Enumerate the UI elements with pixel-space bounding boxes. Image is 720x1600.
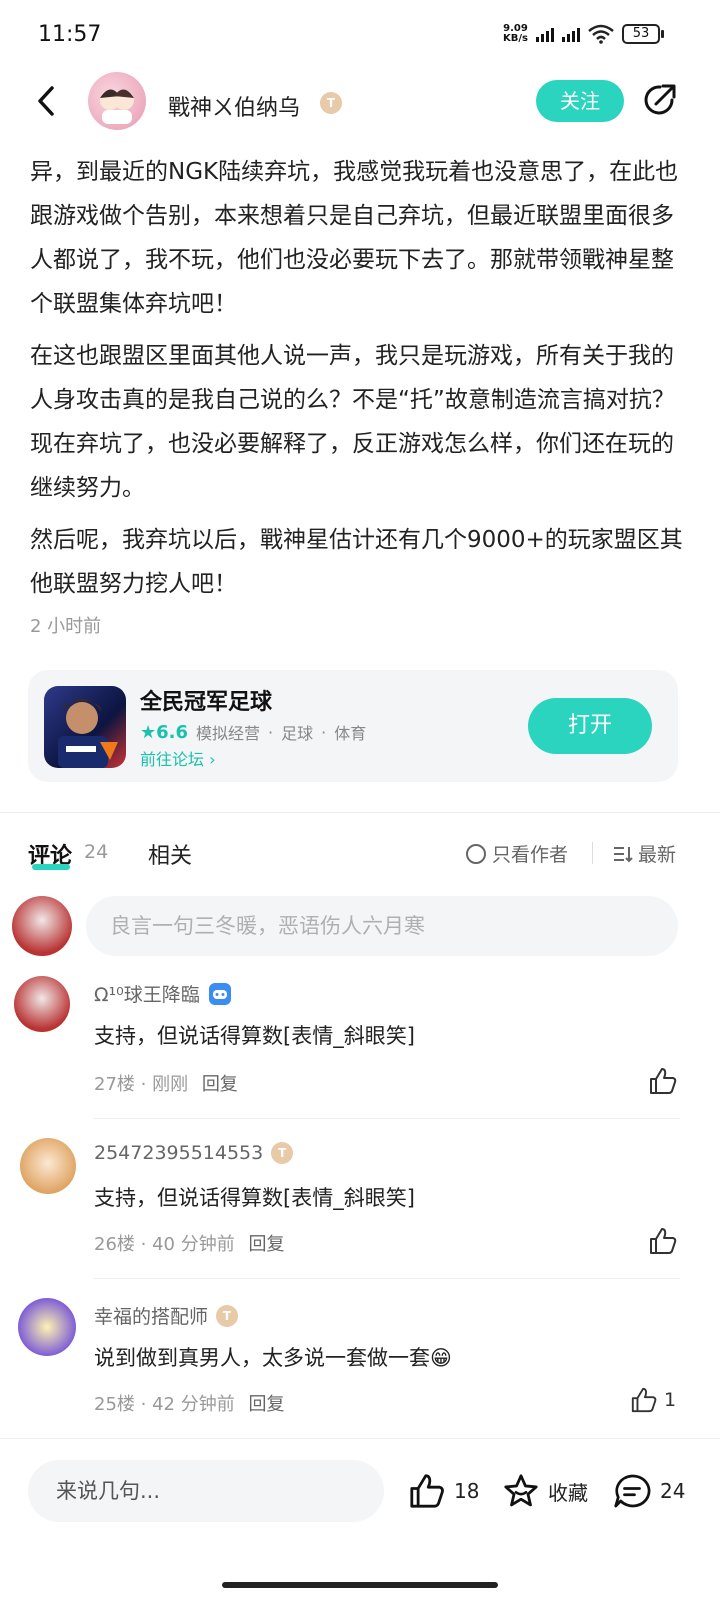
comment-divider xyxy=(94,1118,680,1119)
author-name[interactable]: 戰神ㄨ伯纳乌 xyxy=(168,90,300,122)
level-badge-icon: T xyxy=(216,1304,239,1327)
sort-toggle[interactable]: 最新 xyxy=(612,840,676,867)
commenter-name-row: 25472395514553 T xyxy=(94,1142,294,1164)
divider xyxy=(592,842,593,864)
tag-separator: · xyxy=(268,722,274,742)
status-icons: 9.09 KB/s 53 xyxy=(503,24,664,44)
post-paragraph: 在这也跟盟区里面其他人说一声，我只是玩游戏，所有关于我的人身攻击真的是我自己说的… xyxy=(30,343,675,501)
game-rating: ★6.6 xyxy=(140,721,189,743)
reply-button[interactable]: 回复 xyxy=(248,1394,284,1415)
post-content: 异，到最近的NGK陆续弃坑，我感觉我玩着也没意思了，在此也跟游戏做个告别，本来想… xyxy=(30,150,690,614)
comment-time: 刚刚 xyxy=(152,1074,189,1095)
like-icon[interactable] xyxy=(648,1226,678,1256)
post-like-button[interactable]: 18 xyxy=(408,1472,479,1510)
net-speed: 9.09 KB/s xyxy=(503,24,528,44)
wifi-icon xyxy=(588,24,614,44)
comment-meta: 25楼 · 42 分钟前 回复 xyxy=(94,1394,285,1415)
post-like-count: 18 xyxy=(454,1479,480,1503)
share-icon[interactable] xyxy=(642,82,678,118)
home-indicator[interactable] xyxy=(222,1582,498,1588)
commenter-avatar[interactable] xyxy=(20,1138,76,1194)
status-time: 11:57 xyxy=(38,22,102,47)
only-author-toggle[interactable]: 只看作者 xyxy=(466,840,568,867)
favorite-label: 收藏 xyxy=(548,1480,588,1505)
game-tag: 模拟经营 xyxy=(196,724,261,743)
game-icon-art xyxy=(58,699,118,768)
radio-icon xyxy=(466,843,486,864)
comment-floor: 26楼 xyxy=(94,1234,135,1255)
commenter-name[interactable]: Ω¹⁰球王降臨 xyxy=(94,980,200,1007)
signal-icon xyxy=(536,26,554,42)
commenter-name-row: Ω¹⁰球王降臨 xyxy=(94,980,232,1007)
comment-meta: 27楼 · 刚刚 回复 xyxy=(94,1074,238,1095)
like-count: 1 xyxy=(664,1389,677,1411)
favorite-button[interactable]: 收藏 xyxy=(502,1472,588,1510)
tab-related[interactable]: 相关 xyxy=(148,838,192,870)
sort-label: 最新 xyxy=(638,844,677,866)
like-control[interactable]: 1 xyxy=(630,1386,676,1414)
reply-input[interactable]: 来说几句... xyxy=(28,1460,384,1522)
net-speed-unit: KB/s xyxy=(503,33,528,44)
sort-icon xyxy=(614,846,633,862)
like-icon xyxy=(410,1474,444,1508)
commenter-avatar[interactable] xyxy=(14,976,70,1032)
game-tag: 体育 xyxy=(334,724,367,743)
comment-divider xyxy=(94,1278,680,1279)
commenter-name[interactable]: 幸福的搭配师 xyxy=(94,1302,208,1329)
comment-text: 支持，但说话得算数[表情_斜眼笑] xyxy=(94,1186,415,1210)
game-meta: ★6.6 模拟经营 · 足球 · 体育 xyxy=(140,720,366,744)
comment-time: 40 分钟前 xyxy=(152,1234,235,1255)
my-avatar xyxy=(12,896,72,956)
avatar-image xyxy=(100,89,134,124)
commenter-name[interactable]: 25472395514553 xyxy=(94,1142,263,1164)
star-icon xyxy=(504,1474,538,1507)
comment-button[interactable]: 24 xyxy=(612,1472,685,1510)
battery-icon: 53 xyxy=(622,24,664,44)
comment-text: 说到做到真男人，太多说一套做一套😁 xyxy=(94,1346,452,1370)
section-divider xyxy=(0,812,720,813)
comment-time: 42 分钟前 xyxy=(152,1394,235,1415)
comment-floor: 25楼 xyxy=(94,1394,135,1415)
like-icon[interactable] xyxy=(630,1386,658,1414)
game-card[interactable]: 全民冠军足球 ★6.6 模拟经营 · 足球 · 体育 前往论坛 › 打开 xyxy=(28,670,678,782)
level-badge-icon: T xyxy=(271,1142,294,1164)
tab-active-indicator xyxy=(32,864,70,870)
comment-floor: 27楼 xyxy=(94,1074,135,1095)
comment-input[interactable] xyxy=(86,896,678,956)
only-author-label: 只看作者 xyxy=(492,844,569,866)
tag-separator: · xyxy=(321,722,327,742)
post-paragraph: 异，到最近的NGK陆续弃坑，我感觉我玩着也没意思了，在此也跟游戏做个告别，本来想… xyxy=(30,159,679,317)
comment-meta: 26楼 · 40 分钟前 回复 xyxy=(94,1234,285,1255)
forum-link[interactable]: 前往论坛 › xyxy=(140,746,216,770)
comment-count: 24 xyxy=(660,1479,686,1503)
gamepad-badge-icon xyxy=(208,982,231,1005)
back-arrow-icon[interactable] xyxy=(32,84,62,118)
game-tag: 足球 xyxy=(281,724,314,743)
bottom-bar-divider xyxy=(0,1438,720,1439)
comment-text: 支持，但说话得算数[表情_斜眼笑] xyxy=(94,1024,415,1048)
like-icon[interactable] xyxy=(648,1066,678,1096)
commenter-avatar[interactable] xyxy=(18,1298,76,1356)
reply-button[interactable]: 回复 xyxy=(202,1074,238,1095)
comments-count: 24 xyxy=(84,841,109,863)
follow-button[interactable]: 关注 xyxy=(536,80,624,122)
commenter-name-row: 幸福的搭配师 T xyxy=(94,1302,239,1329)
signal-icon-2 xyxy=(562,26,580,42)
author-avatar[interactable] xyxy=(88,72,146,130)
game-icon xyxy=(44,686,126,768)
post-paragraph: 然后呢，我弃坑以后，戰神星估计还有几个9000+的玩家盟区其他联盟努力挖人吧！ xyxy=(30,527,683,597)
comment-bubble-icon xyxy=(614,1474,651,1508)
level-badge-icon: T xyxy=(320,92,342,114)
game-title: 全民冠军足球 xyxy=(140,690,273,715)
post-time: 2 小时前 xyxy=(30,616,102,637)
open-game-button[interactable]: 打开 xyxy=(528,698,652,754)
reply-button[interactable]: 回复 xyxy=(248,1234,284,1255)
